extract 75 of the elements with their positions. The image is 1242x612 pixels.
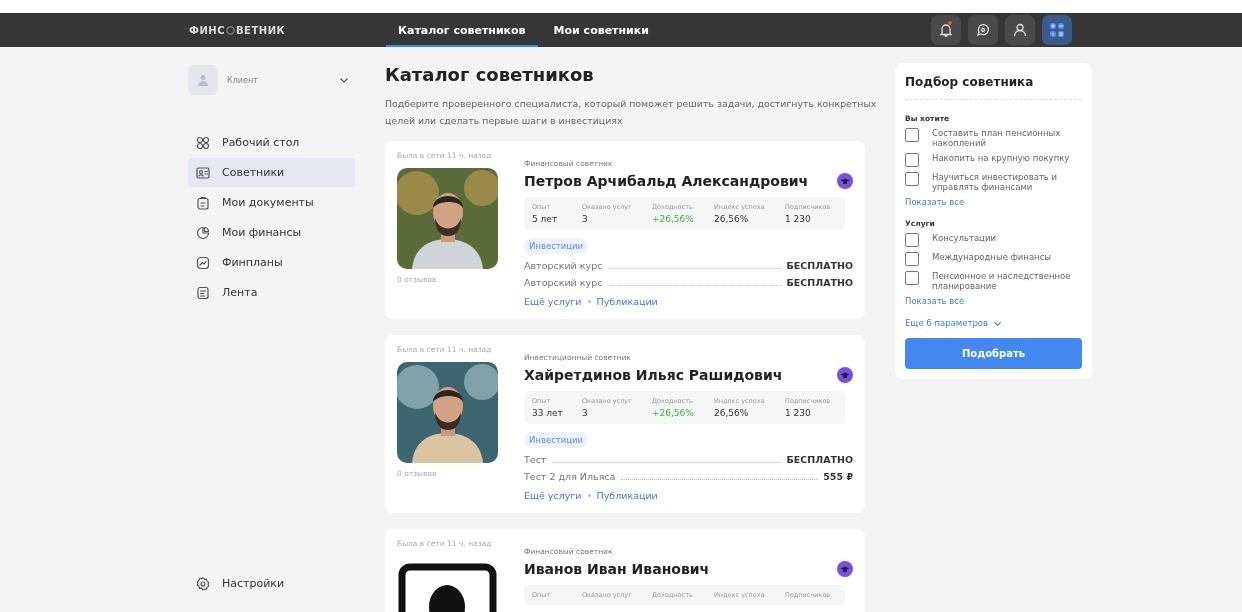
id-card-icon [196,165,210,180]
sidebar-item[interactable]: Рабочий стол [188,128,355,157]
bell-button[interactable] [931,15,961,45]
document-icon [196,285,210,300]
option-label[interactable]: Консультации [932,233,996,243]
stat-value: +26,56% [652,408,695,418]
advisor-link[interactable]: Публикации [596,296,658,307]
profile-role: Клиент [227,75,258,85]
stat-value: 3 [582,214,589,224]
sidebar-item[interactable]: Мои финансы [188,218,355,247]
option-label[interactable]: Пенсионное и наследственное планирование [932,271,1082,291]
advisor-link[interactable]: Ещё услуги [524,296,582,307]
service-price: БЕСПЛАТНО [786,454,853,465]
more-params-link[interactable]: Еще 6 параметров [905,318,988,328]
service-name: Тест [524,454,547,465]
chevron-down-icon[interactable] [339,75,349,85]
service-price: БЕСПЛАТНО [786,260,853,271]
show-all-link[interactable]: Показать все [905,296,1082,306]
sidebar-item[interactable]: Финпланы [188,248,355,277]
stat-value: +26,56% [652,214,695,224]
calculator-icon [1049,22,1065,38]
stat-value: 3 [582,408,589,418]
checkbox[interactable] [905,271,919,285]
service-name: Тест 2 для Ильяса [524,471,616,482]
option-label[interactable]: Международные финансы [932,252,1052,262]
chart-icon [196,255,210,270]
service-price: 555 ₽ [823,471,853,482]
advisor-name[interactable]: Хайретдинов Ильяс Рашидович [524,367,783,383]
user-icon [1012,22,1028,38]
checkbox[interactable] [905,233,919,247]
advisor-link[interactable]: Ещё услуги [524,490,582,501]
stat-value: 26,56% [714,214,750,224]
checkbox[interactable] [905,153,919,167]
submit-button[interactable]: Подобрать [905,338,1082,369]
option-label[interactable]: Составить план пенсионных накоплений [932,128,1082,148]
option-label[interactable]: Накопить на крупную покупку [932,153,1070,163]
clipboard-icon [196,195,210,210]
settings-icon [196,576,210,591]
nav-tab[interactable]: Мои советники [541,13,661,47]
tag: Инвестиции [524,238,589,254]
stat-value: 26,56% [714,408,750,418]
pie-chart-icon [196,225,210,240]
stat-value: 33 лет [532,408,564,418]
stat-value: 5 лет [532,214,559,224]
service-name: Авторский курс [524,260,603,271]
calculator-button[interactable] [1042,15,1072,45]
sidebar-item[interactable]: Лента [188,278,355,307]
avatar-icon [188,65,218,95]
sidebar-item[interactable]: Советники [188,158,355,187]
bell-icon [938,22,954,38]
page-subtitle: Подберите проверенного специалиста, который поможет решить задачи, достигнуть конкретных целей или сделать первые шаги в инвестициях [385,97,878,128]
graduation-cap-icon [837,561,853,577]
tag: Инвестиции [524,432,589,448]
checkbox[interactable] [905,172,919,186]
checkbox[interactable] [905,128,919,142]
settings-item[interactable]: Настройки [188,569,355,598]
advisor-link[interactable]: Публикации [596,490,658,501]
grid-icon [196,135,210,150]
stat-value: 1 230 [785,408,812,418]
checkbox[interactable] [905,252,919,266]
graduation-cap-icon [837,173,853,189]
user-button[interactable] [1005,15,1035,45]
advisor-name[interactable]: Иванов Иван Иванович [524,561,710,577]
show-all-link[interactable]: Показать все [905,197,1082,207]
option-label[interactable]: Научиться инвестировать и управлять финансами [932,172,1082,192]
stat-value: 1 230 [785,214,812,224]
panel-title: Подбор советника [905,75,1035,89]
graduation-cap-icon [837,367,853,383]
service-price: БЕСПЛАТНО [786,277,853,288]
sidebar-item[interactable]: Мои документы [188,188,355,217]
page-title: Каталог советников [385,64,595,85]
advisor-name[interactable]: Петров Арчибальд Александрович [524,173,809,189]
chat-button[interactable] [968,15,998,45]
chat-icon [975,22,991,38]
service-name: Авторский курс [524,277,603,288]
